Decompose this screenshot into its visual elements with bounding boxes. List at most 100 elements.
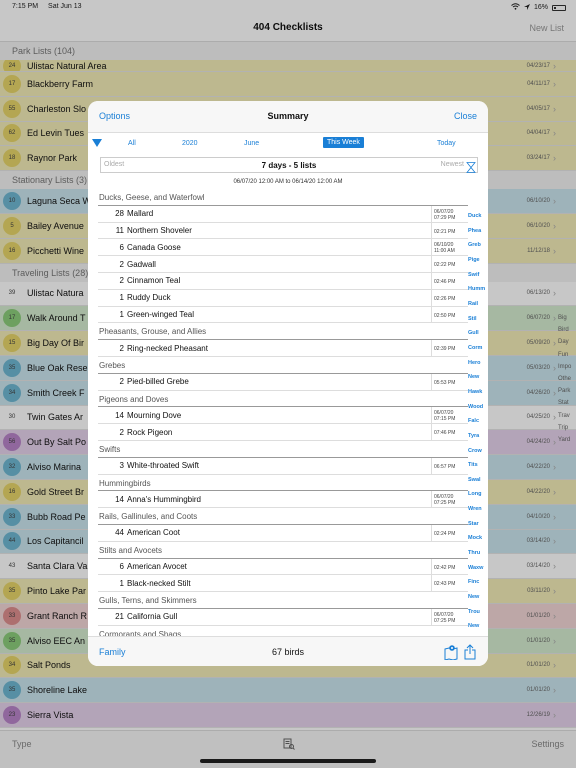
species-row[interactable]: 1 Green-winged Teal 02:50 PM: [98, 306, 468, 324]
species-count: 11: [115, 225, 124, 235]
family-index-item[interactable]: Mock: [468, 531, 488, 546]
map-icon[interactable]: [444, 644, 458, 661]
modal-footer: Family 67 birds: [88, 636, 488, 666]
column-divider: [431, 524, 432, 541]
species-name: Green-winged Teal: [127, 309, 195, 319]
family-index-item[interactable]: Trou: [468, 605, 488, 620]
species-name: California Gull: [127, 612, 178, 622]
column-divider: [431, 222, 432, 239]
family-index-item[interactable]: Gull: [468, 326, 488, 341]
species-row[interactable]: 3 White-throated Swift 06:57 PM: [98, 457, 468, 475]
family-index-item[interactable]: Corm: [468, 341, 488, 356]
family-index-item[interactable]: Swif: [468, 268, 488, 283]
filter-year[interactable]: 2020: [182, 140, 198, 147]
family-index-item[interactable]: Stil: [468, 312, 488, 327]
species-name: Ruddy Duck: [127, 293, 171, 303]
species-name: Pied-billed Grebe: [127, 377, 189, 387]
column-divider: [431, 205, 432, 222]
family-header: Ducks, Geese, and Waterfowl: [98, 189, 468, 206]
column-divider: [431, 424, 432, 440]
family-index-item[interactable]: Pige: [468, 253, 488, 268]
species-row[interactable]: 6 American Avocet 02:42 PM: [98, 558, 468, 576]
family-index-item[interactable]: Finc: [468, 575, 488, 590]
species-row[interactable]: 11 Northern Shoveler 02:21 PM: [98, 222, 468, 240]
species-row[interactable]: 28 Mallard 06/07/20 07:29 PM: [98, 205, 468, 223]
sighting-time: 02:46 PM: [434, 278, 456, 285]
column-divider: [431, 239, 432, 256]
species-name: White-throated Swift: [127, 461, 200, 471]
family-index-item[interactable]: Wren: [468, 502, 488, 517]
species-row[interactable]: 1 Black-necked Stilt 02:43 PM: [98, 575, 468, 593]
family-index-item[interactable]: Phea: [468, 224, 488, 239]
species-count: 6: [119, 561, 124, 571]
family-index-item[interactable]: Long: [468, 487, 488, 502]
family-index-item[interactable]: Rail: [468, 297, 488, 312]
species-row[interactable]: 2 Ring-necked Pheasant 02:39 PM: [98, 340, 468, 357]
sighting-time: 02:42 PM: [434, 564, 456, 571]
species-row[interactable]: 2 Rock Pigeon 07:46 PM: [98, 424, 468, 441]
sighting-time: 07:46 PM: [434, 430, 456, 437]
species-count: 28: [115, 209, 124, 219]
species-name: Cinnamon Teal: [127, 276, 181, 286]
filter-all[interactable]: All: [128, 140, 136, 147]
filter-month[interactable]: June: [244, 140, 259, 147]
species-name: Gadwall: [127, 259, 156, 269]
species-row[interactable]: 44 American Coot 02:24 PM: [98, 524, 468, 542]
family-index-item[interactable]: New: [468, 619, 488, 634]
family-index-item[interactable]: Thru: [468, 546, 488, 561]
column-divider: [431, 407, 432, 424]
family-index-item[interactable]: Hero: [468, 356, 488, 371]
family-index-item[interactable]: Falc: [468, 414, 488, 429]
summary-modal: Options Summary Close All 2020 June This…: [88, 101, 488, 666]
family-index-item[interactable]: New: [468, 370, 488, 385]
share-icon[interactable]: [464, 644, 476, 660]
bird-count: 67 birds: [271, 647, 305, 657]
time-filter-bar: All 2020 June This Week Today: [88, 136, 488, 152]
species-name: Mallard: [127, 209, 154, 219]
family-index-item[interactable]: Crow: [468, 444, 488, 459]
sighting-time: 02:43 PM: [434, 581, 456, 588]
family-index-item[interactable]: Hawk: [468, 385, 488, 400]
family-index[interactable]: Duck Phea Greb Pige Swif Humm Rail Stil Gull Corm…: [468, 209, 488, 649]
sighting-time: 05:53 PM: [434, 379, 456, 386]
species-row[interactable]: 21 California Gull 06/07/20 07:25 PM: [98, 608, 468, 626]
filter-this-week[interactable]: This Week: [323, 137, 364, 148]
species-list[interactable]: Ducks, Geese, and Waterfowl 28 Mallard 06/0…: [98, 189, 468, 636]
close-button[interactable]: Close: [454, 111, 477, 121]
family-index-item[interactable]: Swal: [468, 473, 488, 488]
hourglass-icon[interactable]: [466, 160, 476, 173]
family-index-item[interactable]: Humm: [468, 282, 488, 297]
column-divider: [431, 575, 432, 592]
family-index-item[interactable]: New: [468, 590, 488, 605]
family-index-item[interactable]: Duck: [468, 209, 488, 224]
species-row[interactable]: 6 Canada Goose 06/10/20 11:00 AM: [98, 239, 468, 257]
family-index-item[interactable]: Greb: [468, 238, 488, 253]
species-row[interactable]: 2 Cinnamon Teal 02:46 PM: [98, 272, 468, 290]
species-name: Black-necked Stilt: [127, 578, 191, 588]
column-divider: [431, 558, 432, 575]
family-index-item[interactable]: Tyra: [468, 429, 488, 444]
species-row[interactable]: 1 Ruddy Duck 02:26 PM: [98, 289, 468, 307]
sighting-time: 06/07/20 07:25 PM: [434, 494, 456, 507]
species-row[interactable]: 14 Mourning Dove 06/07/20 07:15 PM: [98, 407, 468, 425]
species-name: American Coot: [127, 528, 180, 538]
species-row[interactable]: 2 Gadwall 02:22 PM: [98, 256, 468, 273]
date-range-slider[interactable]: Oldest 7 days - 5 lists Newest: [100, 157, 478, 173]
column-divider: [431, 373, 432, 390]
family-header: Cormorants and Shags: [98, 626, 468, 636]
species-count: 14: [115, 494, 124, 504]
family-index-item[interactable]: Waxw: [468, 561, 488, 576]
family-index-item[interactable]: Star: [468, 517, 488, 532]
family-index-item[interactable]: Wood: [468, 400, 488, 415]
family-index-item[interactable]: Tits: [468, 458, 488, 473]
family-header: Hummingbirds: [98, 475, 468, 492]
species-name: American Avocet: [127, 561, 187, 571]
filter-today[interactable]: Today: [437, 140, 456, 147]
species-row[interactable]: 14 Anna's Hummingbird 06/07/20 07:25 PM: [98, 491, 468, 509]
species-row[interactable]: 2 Pied-billed Grebe 05:53 PM: [98, 373, 468, 391]
species-count: 2: [119, 276, 124, 286]
newest-label: Newest: [440, 161, 464, 168]
species-count: 1: [119, 293, 124, 303]
date-range-text: 06/07/20 12:00 AM to 06/14/20 12:00 AM: [233, 179, 343, 185]
triangle-down-icon[interactable]: [92, 139, 102, 147]
